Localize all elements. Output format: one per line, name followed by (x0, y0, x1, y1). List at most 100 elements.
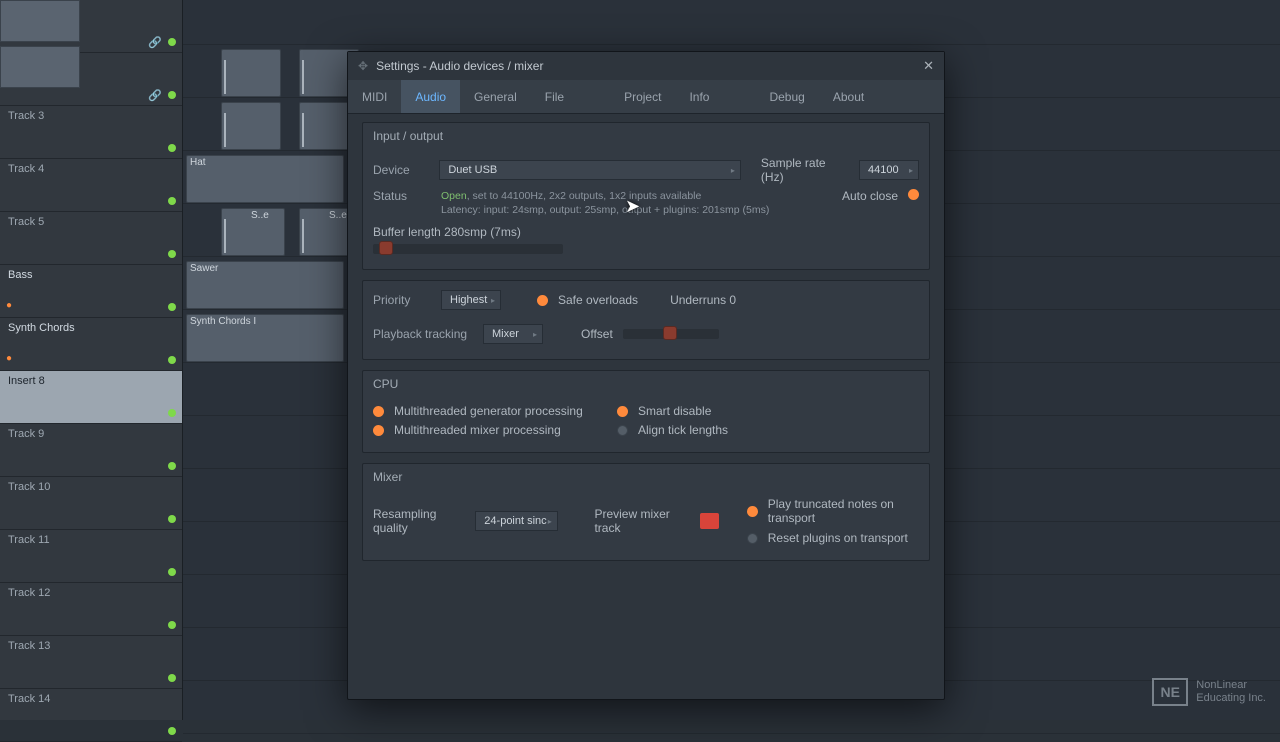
panel-mixer: Mixer Resampling quality 24-point sinc▸ … (362, 463, 930, 561)
playback-tracking-value: Mixer (492, 328, 519, 340)
smart-disable-toggle[interactable] (617, 406, 628, 417)
watermark-line2: Educating Inc. (1196, 692, 1266, 705)
close-icon[interactable]: ✕ (923, 58, 934, 74)
resampling-label: Resampling quality (373, 507, 461, 535)
mute-dot-icon[interactable] (168, 409, 176, 417)
chevron-down-icon: ▸ (731, 166, 735, 175)
mute-dot-icon[interactable] (168, 38, 176, 46)
record-arm-icon[interactable]: ● (6, 353, 12, 364)
mute-dot-icon[interactable] (168, 91, 176, 99)
sample-rate-dropdown[interactable]: 44100▸ (859, 160, 919, 180)
buffer-label: Buffer length 280smp (7ms) (373, 225, 919, 239)
playback-tracking-dropdown[interactable]: Mixer ▸ (483, 324, 543, 344)
chevron-down-icon: ▸ (533, 330, 537, 339)
priority-value: Highest (450, 294, 487, 306)
slider-knob[interactable] (663, 326, 677, 340)
auto-close-toggle[interactable] (908, 189, 919, 200)
device-label: Device (373, 163, 429, 177)
slider-knob[interactable] (379, 241, 393, 255)
tab-audio[interactable]: Audio (401, 80, 460, 113)
settings-dialog: ✥ Settings - Audio devices / mixer ✕ MID… (347, 51, 945, 700)
panel-io: Input / output Device Duet USB▸ Sample r… (362, 122, 930, 270)
play-truncated-label: Play truncated notes on transport (768, 497, 919, 525)
preview-mixer-track-target[interactable] (700, 513, 719, 529)
safe-overloads-toggle[interactable] (537, 295, 548, 306)
mute-dot-icon[interactable] (168, 621, 176, 629)
track-header[interactable]: Track 4 (0, 159, 182, 212)
mute-dot-icon[interactable] (168, 674, 176, 682)
settings-titlebar[interactable]: ✥ Settings - Audio devices / mixer ✕ (348, 52, 944, 80)
buffer-slider[interactable] (373, 244, 563, 254)
multithreaded-gen-label: Multithreaded generator processing (394, 404, 583, 418)
align-ticks-label: Align tick lengths (638, 423, 728, 437)
play-truncated-toggle[interactable] (747, 506, 758, 517)
mute-dot-icon[interactable] (168, 303, 176, 311)
panel-priority: Priority Highest▸ Safe overloads Underru… (362, 280, 930, 360)
record-arm-icon[interactable]: ● (6, 300, 12, 311)
mute-dot-icon[interactable] (168, 515, 176, 523)
status-detail: , set to 44100Hz, 2x2 outputs, 1x2 input… (467, 190, 702, 202)
track-header[interactable]: Track 3 (0, 106, 182, 159)
tab-project[interactable]: Project (610, 80, 675, 113)
tab-info[interactable]: Info (675, 80, 723, 113)
link-icon[interactable]: 🔗 (148, 89, 162, 102)
status-latency: Latency: input: 24smp, output: 25smp, ou… (441, 204, 769, 216)
mute-dot-icon[interactable] (168, 727, 176, 735)
track-header[interactable]: Track 5 (0, 212, 182, 265)
multithreaded-gen-toggle[interactable] (373, 406, 384, 417)
chevron-down-icon: ▸ (909, 166, 913, 175)
watermark-logo: NE (1152, 678, 1188, 706)
reset-plugins-toggle[interactable] (747, 533, 758, 544)
track-header[interactable]: Bass● (0, 265, 182, 318)
watermark-line1: NonLinear (1196, 679, 1266, 692)
link-icon[interactable]: 🔗 (148, 36, 162, 49)
sample-thumb[interactable] (0, 46, 80, 88)
track-header[interactable]: Track 11 (0, 530, 182, 583)
safe-overloads-label: Safe overloads (558, 293, 638, 307)
panel-title-mixer: Mixer (363, 464, 929, 488)
track-header[interactable]: Track 9 (0, 424, 182, 477)
chevron-down-icon: ▸ (491, 296, 495, 305)
tab-file[interactable]: File (531, 80, 578, 113)
chevron-down-icon: ▸ (548, 517, 552, 526)
device-dropdown[interactable]: Duet USB▸ (439, 160, 741, 180)
reset-plugins-label: Reset plugins on transport (768, 531, 908, 545)
track-header[interactable]: Insert 8 (0, 371, 182, 424)
offset-slider[interactable] (623, 329, 719, 339)
mute-dot-icon[interactable] (168, 144, 176, 152)
track-header[interactable]: Track 14 (0, 689, 182, 742)
offset-label: Offset (581, 327, 613, 341)
multithreaded-mix-toggle[interactable] (373, 425, 384, 436)
sample-thumb[interactable] (0, 0, 80, 42)
status-open: Open (441, 190, 467, 202)
tab-about[interactable]: About (819, 80, 878, 113)
mute-dot-icon[interactable] (168, 568, 176, 576)
panel-title-cpu: CPU (363, 371, 929, 395)
underruns: Underruns 0 (670, 293, 736, 307)
track-header[interactable]: Synth Chords● (0, 318, 182, 371)
tab-debug[interactable]: Debug (755, 80, 818, 113)
preview-mixer-label: Preview mixer track (594, 507, 685, 535)
tab-midi[interactable]: MIDI (348, 80, 401, 113)
mute-dot-icon[interactable] (168, 197, 176, 205)
track-header[interactable]: Track 10 (0, 477, 182, 530)
resampling-value: 24-point sinc (484, 515, 546, 527)
mute-dot-icon[interactable] (168, 356, 176, 364)
mute-dot-icon[interactable] (168, 250, 176, 258)
track-header[interactable]: Track 12 (0, 583, 182, 636)
settings-tabbar: MIDI Audio General File Project Info Deb… (348, 80, 944, 114)
status-text: Open, set to 44100Hz, 2x2 outputs, 1x2 i… (441, 189, 832, 217)
track-headers: Kick🔗Clap🔗Track 3Track 4Track 5Bass●Synt… (0, 0, 183, 720)
pin-icon[interactable]: ✥ (358, 59, 368, 73)
watermark: NE NonLinear Educating Inc. (1152, 678, 1266, 706)
track-header[interactable]: Track 13 (0, 636, 182, 689)
priority-dropdown[interactable]: Highest ▸ (441, 290, 501, 310)
multithreaded-mix-label: Multithreaded mixer processing (394, 423, 561, 437)
align-ticks-toggle[interactable] (617, 425, 628, 436)
window-title: Settings - Audio devices / mixer (376, 59, 543, 73)
smart-disable-label: Smart disable (638, 404, 711, 418)
resampling-dropdown[interactable]: 24-point sinc▸ (475, 511, 557, 531)
mute-dot-icon[interactable] (168, 462, 176, 470)
track-lane[interactable] (183, 0, 1280, 45)
tab-general[interactable]: General (460, 80, 531, 113)
